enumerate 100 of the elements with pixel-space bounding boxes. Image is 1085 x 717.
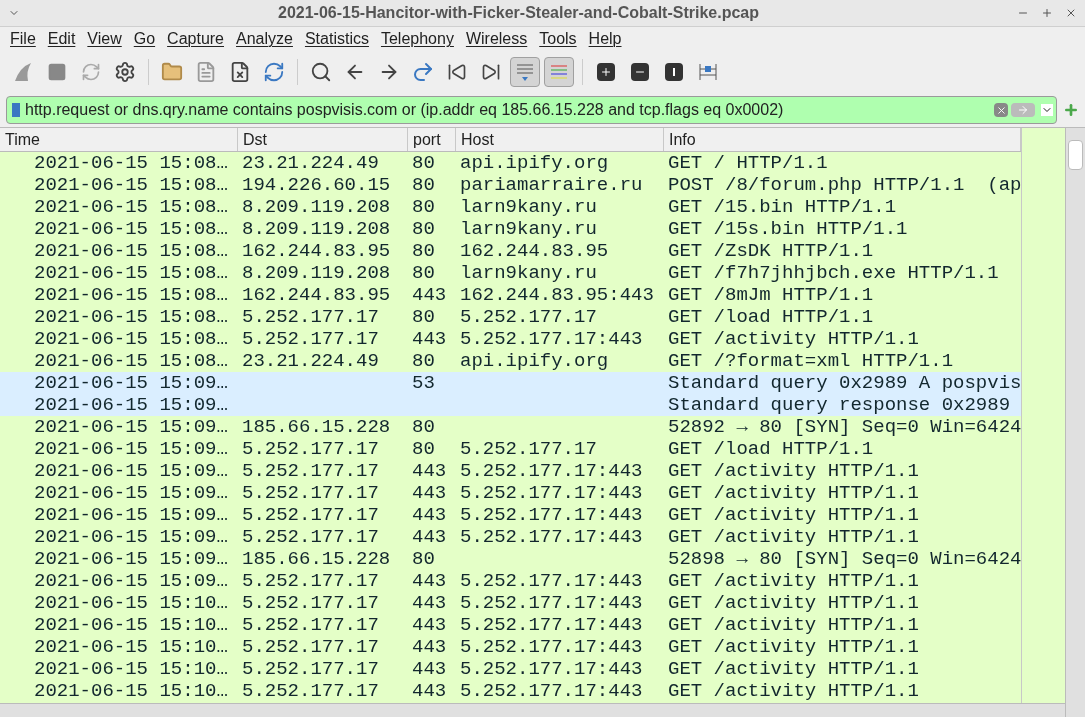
menu-item[interactable]: Help xyxy=(582,27,628,51)
vertical-scrollbar[interactable] xyxy=(1065,128,1085,717)
table-cell: 80 xyxy=(412,152,435,174)
packet-row[interactable]: 2021-06-15 15:08… 194.226.60.15 80 pariamarraire.ru POST /8/forum.php HTTP/1.1 (ap xyxy=(0,174,1021,196)
packet-row[interactable]: 2021-06-15 15:09… 5.252.177.17 443 5.252.177.17:443 GET /activity HTTP/1.1 xyxy=(0,482,1021,504)
table-cell: 443 xyxy=(412,570,447,592)
packet-row[interactable]: 2021-06-15 15:09… 5.252.177.17 80 5.252.177.17 GET /load HTTP/1.1 xyxy=(0,438,1021,460)
menu-item[interactable]: File xyxy=(4,27,42,51)
packet-row[interactable]: 2021-06-15 15:08… 23.21.224.49 80 api.ipify.org GET / HTTP/1.1 xyxy=(0,152,1021,174)
table-cell: api.ipify.org xyxy=(460,152,609,174)
table-cell: 5.252.177.17 xyxy=(242,482,379,504)
table-cell: 80 xyxy=(412,416,435,438)
table-cell: larn9kany.ru xyxy=(460,262,597,284)
packet-row[interactable]: 2021-06-15 15:10… 5.252.177.17 443 5.252.177.17:443 GET /activity HTTP/1.1 xyxy=(0,636,1021,658)
table-cell: 2021-06-15 15:10… xyxy=(34,680,228,702)
display-filter-field[interactable]: http.request or dns.qry.name contains pospvisis.com or (ip.addr eq 185.66.15.228 and tcp.flags eq 0x0002) xyxy=(6,96,1057,124)
packet-row[interactable]: 2021-06-15 15:08… 8.209.119.208 80 larn9kany.ru GET /f7h7jhhjbch.exe HTTP/1.1 xyxy=(0,262,1021,284)
table-cell: 8.209.119.208 xyxy=(242,218,391,240)
menu-item[interactable]: View xyxy=(81,27,128,51)
table-cell: 5.252.177.17:443 xyxy=(460,460,643,482)
table-cell: 5.252.177.17 xyxy=(242,438,379,460)
table-cell: 443 xyxy=(412,284,447,306)
dropdown-icon[interactable] xyxy=(1041,104,1053,116)
table-cell: 52892 → 80 [SYN] Seq=0 Win=6424 xyxy=(668,416,1021,438)
table-cell: 443 xyxy=(412,482,447,504)
table-cell: 2021-06-15 15:09… xyxy=(34,394,228,416)
table-cell: 443 xyxy=(412,328,447,350)
table-cell: 2021-06-15 15:09… xyxy=(34,526,228,548)
column-header[interactable]: Host xyxy=(456,128,664,151)
table-cell: 2021-06-15 15:08… xyxy=(34,284,228,306)
table-cell: 80 xyxy=(412,548,435,570)
table-cell: 53 xyxy=(412,372,435,394)
table-cell: 5.252.177.17 xyxy=(242,504,379,526)
packet-row[interactable]: 2021-06-15 15:08… 162.244.83.95 80 162.244.83.95 GET /ZsDK HTTP/1.1 xyxy=(0,240,1021,262)
table-cell: 162.244.83.95:443 xyxy=(460,284,654,306)
table-cell: 443 xyxy=(412,658,447,680)
horizontal-scrollbar[interactable] xyxy=(0,703,1065,717)
colorize-icon[interactable] xyxy=(544,57,574,87)
table-cell: 80 xyxy=(412,306,435,328)
close-icon[interactable] xyxy=(1065,7,1077,19)
table-cell: 2021-06-15 15:08… xyxy=(34,306,228,328)
menu-item[interactable]: Edit xyxy=(41,27,82,51)
packet-row[interactable]: 2021-06-15 15:09… 185.66.15.228 80 52892 → 80 [SYN] Seq=0 Win=6424 xyxy=(0,416,1021,438)
table-cell: 443 xyxy=(412,504,447,526)
table-cell: 2021-06-15 15:08… xyxy=(34,328,228,350)
packet-row[interactable]: 2021-06-15 15:08… 5.252.177.17 80 5.252.177.17 GET /load HTTP/1.1 xyxy=(0,306,1021,328)
column-header[interactable]: Dst xyxy=(238,128,408,151)
column-header[interactable]: Time xyxy=(0,128,238,151)
table-cell: 80 xyxy=(412,240,435,262)
table-cell: 443 xyxy=(412,526,447,548)
table-cell: 2021-06-15 15:09… xyxy=(34,438,228,460)
packet-row[interactable]: 2021-06-15 15:09… 5.252.177.17 443 5.252.177.17:443 GET /activity HTTP/1.1 xyxy=(0,570,1021,592)
packet-row[interactable]: 2021-06-15 15:10… 5.252.177.17 443 5.252.177.17:443 GET /activity HTTP/1.1 xyxy=(0,592,1021,614)
packet-row[interactable]: 2021-06-15 15:09… 5.252.177.17 443 5.252.177.17:443 GET /activity HTTP/1.1 xyxy=(0,526,1021,548)
packet-row[interactable]: 2021-06-15 15:09… 53 Standard query 0x2989 A pospvis xyxy=(0,372,1021,394)
column-header[interactable]: port xyxy=(408,128,456,151)
table-cell: 5.252.177.17:443 xyxy=(460,504,643,526)
maximize-icon[interactable] xyxy=(1041,7,1053,19)
table-cell: 2021-06-15 15:08… xyxy=(34,262,228,284)
table-cell: POST /8/forum.php HTTP/1.1 (ap xyxy=(668,174,1021,196)
table-cell: 2021-06-15 15:09… xyxy=(34,460,228,482)
table-cell: 5.252.177.17:443 xyxy=(460,636,643,658)
menu-item[interactable]: Go xyxy=(127,27,162,51)
table-cell: 162.244.83.95 xyxy=(242,284,391,306)
table-cell: 443 xyxy=(412,636,447,658)
packet-row[interactable]: 2021-06-15 15:10… 5.252.177.17 443 5.252.177.17:443 GET /activity HTTP/1.1 xyxy=(0,614,1021,636)
table-cell: 185.66.15.228 xyxy=(242,548,391,570)
table-cell: 443 xyxy=(412,592,447,614)
add-button-icon[interactable] xyxy=(1063,102,1079,118)
packet-row[interactable]: 2021-06-15 15:08… 5.252.177.17 443 5.252.177.17:443 GET /activity HTTP/1.1 xyxy=(0,328,1021,350)
menu-item[interactable]: Statistics xyxy=(298,27,375,51)
menu-item[interactable]: Tools xyxy=(533,27,583,51)
table-cell: GET /activity HTTP/1.1 xyxy=(668,526,919,548)
clear-icon[interactable] xyxy=(994,103,1008,117)
table-cell: GET / HTTP/1.1 xyxy=(668,152,828,174)
table-cell: 194.226.60.15 xyxy=(242,174,391,196)
table-cell: 52898 → 80 [SYN] Seq=0 Win=6424 xyxy=(668,548,1021,570)
packet-row[interactable]: 2021-06-15 15:09… 185.66.15.228 80 52898 → 80 [SYN] Seq=0 Win=6424 xyxy=(0,548,1021,570)
menu-item[interactable]: Analyze xyxy=(230,27,299,51)
table-cell: 5.252.177.17 xyxy=(242,680,379,702)
packet-row[interactable]: 2021-06-15 15:09… 5.252.177.17 443 5.252.177.17:443 GET /activity HTTP/1.1 xyxy=(0,460,1021,482)
table-cell: GET /activity HTTP/1.1 xyxy=(668,658,919,680)
packet-row[interactable]: 2021-06-15 15:08… 8.209.119.208 80 larn9kany.ru GET /15s.bin HTTP/1.1 xyxy=(0,218,1021,240)
menu-item[interactable]: Capture xyxy=(161,27,230,51)
table-cell: GET /activity HTTP/1.1 xyxy=(668,482,919,504)
table-cell: GET /activity HTTP/1.1 xyxy=(668,636,919,658)
packet-row[interactable]: 2021-06-15 15:09… 5.252.177.17 443 5.252.177.17:443 GET /activity HTTP/1.1 xyxy=(0,504,1021,526)
packet-row[interactable]: 2021-06-15 15:09… Standard query response 0x2989 xyxy=(0,394,1021,416)
table-cell: 5.252.177.17:443 xyxy=(460,680,643,702)
menu-item[interactable]: Wireless xyxy=(459,27,534,51)
packet-row[interactable]: 2021-06-15 15:10… 5.252.177.17 443 5.252.177.17:443 GET /activity HTTP/1.1 xyxy=(0,680,1021,702)
table-cell: 2021-06-15 15:09… xyxy=(34,570,228,592)
packet-row[interactable]: 2021-06-15 15:08… 162.244.83.95 443 162.244.83.95:443 GET /8mJm HTTP/1.1 xyxy=(0,284,1021,306)
menu-item[interactable]: Telephony xyxy=(374,27,460,51)
table-cell: 443 xyxy=(412,680,447,702)
table-cell: 443 xyxy=(412,614,447,636)
packet-row[interactable]: 2021-06-15 15:10… 5.252.177.17 443 5.252.177.17:443 GET /activity HTTP/1.1 xyxy=(0,658,1021,680)
packet-row[interactable]: 2021-06-15 15:08… 8.209.119.208 80 larn9kany.ru GET /15.bin HTTP/1.1 xyxy=(0,196,1021,218)
table-cell: 80 xyxy=(412,438,435,460)
packet-row[interactable]: 2021-06-15 15:08… 23.21.224.49 80 api.ipify.org GET /?format=xml HTTP/1.1 xyxy=(0,350,1021,372)
